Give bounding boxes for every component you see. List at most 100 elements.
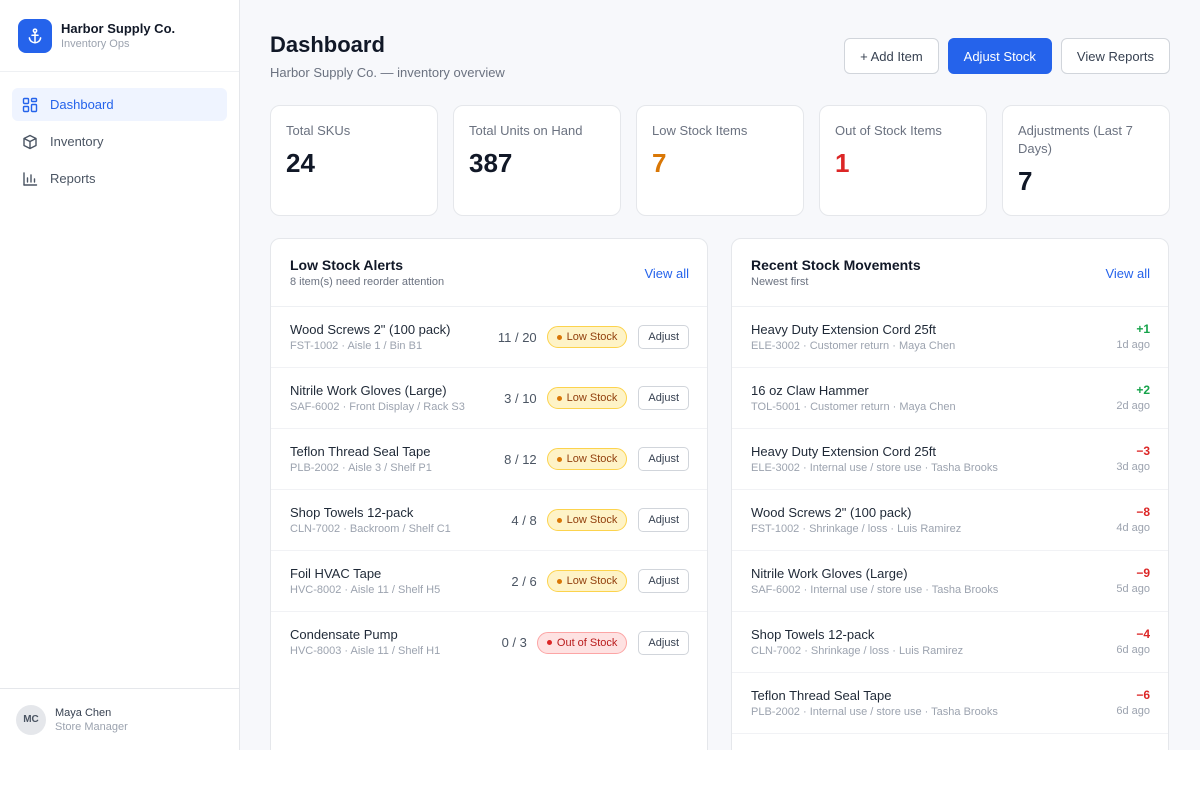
- sidebar-item-reports[interactable]: Reports: [12, 162, 227, 195]
- item-quantity: 11 / 20: [497, 329, 537, 345]
- status-label: Low Stock: [566, 331, 618, 343]
- adjust-button[interactable]: Adjust: [638, 630, 689, 655]
- movement-info: Wood Screws 2" (100 pack) FST-1002 · Shr…: [751, 504, 1116, 537]
- item-name: Teflon Thread Seal Tape: [751, 687, 892, 703]
- timestamp: 4d ago: [1116, 522, 1150, 534]
- timestamp: 6d ago: [1116, 705, 1150, 717]
- status-badge: Out of Stock: [536, 631, 628, 654]
- panel-title: Recent Stock Movements: [751, 257, 921, 273]
- item-meta: TOL-5001 · Customer return · Maya Chen: [751, 400, 956, 413]
- list-item: Shop Towels 12-pack CLN-7002 · Shrinkage…: [732, 612, 1168, 673]
- list-item: Teflon Thread Seal Tape PLB-2002 · Aisle…: [271, 429, 707, 490]
- item-meta: PLB-2002 · Aisle 3 / Shelf P1: [290, 461, 432, 474]
- sidebar-item-inventory[interactable]: Inventory: [12, 125, 227, 158]
- quantity-delta: −3: [1136, 444, 1150, 458]
- movement-info: Heavy Duty Extension Cord 25ft ELE-3002 …: [751, 443, 1116, 476]
- item-info: Wood Screws 2" (100 pack) FST-1002 · Ais…: [290, 321, 498, 354]
- timestamp: 3d ago: [1116, 461, 1150, 473]
- adjust-button[interactable]: Adjust: [638, 569, 689, 593]
- item-meta: SAF-6002 · Internal use / store use · Ta…: [751, 583, 999, 596]
- item-meta: FST-1002 · Shrinkage / loss · Luis Ramir…: [751, 522, 962, 535]
- status-dot: [556, 334, 562, 340]
- timestamp: 2d ago: [1116, 400, 1150, 412]
- sidebar-nav: Dashboard Inventory Reports: [0, 72, 239, 215]
- item-name: Shop Towels 12-pack: [290, 504, 414, 520]
- item-name: Heavy Duty Extension Cord 25ft: [751, 443, 936, 459]
- adjust-button[interactable]: Adjust: [638, 386, 689, 410]
- panel-title: Low Stock Alerts: [290, 257, 404, 273]
- stat-card-adjustments: Adjustments (Last 7 Days) 7: [1002, 105, 1170, 216]
- item-name: Heavy Duty Extension Cord 25ft: [751, 321, 936, 337]
- view-reports-button[interactable]: View Reports: [1060, 38, 1170, 74]
- status-dot: [556, 517, 562, 523]
- item-name: Nitrile Work Gloves (Large): [290, 382, 447, 398]
- timestamp: 5d ago: [1116, 583, 1150, 595]
- item-meta: FST-1002 · Aisle 1 / Bin B1: [290, 339, 423, 352]
- list-item: 16 oz Claw Hammer TOL-5001 · Customer re…: [732, 368, 1168, 429]
- stat-value: 1: [835, 148, 850, 178]
- header-actions: + Add Item Adjust Stock View Reports: [835, 38, 1170, 74]
- low-stock-panel: Low Stock Alerts 8 item(s) need reorder …: [270, 238, 708, 750]
- recent-movements-panel: Recent Stock Movements Newest first View…: [731, 238, 1169, 750]
- item-meta: CLN-7002 · Shrinkage / loss · Luis Ramir…: [751, 644, 964, 657]
- adjust-button[interactable]: Adjust: [638, 325, 689, 349]
- item-name: Teflon Thread Seal Tape: [290, 443, 431, 459]
- user-info: Maya Chen Store Manager: [55, 706, 128, 734]
- list-item: Wood Screws 2" (100 pack) FST-1002 · Ais…: [271, 307, 707, 368]
- view-all-link[interactable]: View all: [644, 266, 689, 281]
- item-quantity: 2 / 6: [511, 573, 537, 589]
- movement-change: +1 1d ago: [1116, 321, 1150, 353]
- list-item: Teflon Thread Seal Tape PLB-2002 · Inter…: [732, 673, 1168, 734]
- avatar: MC: [16, 704, 46, 735]
- grid-icon: [22, 97, 38, 112]
- movement-info: Shop Towels 12-pack CLN-7002 · Shrinkage…: [751, 626, 1116, 659]
- stat-label: Total Units on Hand: [469, 123, 583, 138]
- movement-info: Nitrile Work Gloves (Large) SAF-6002 · I…: [751, 565, 1116, 598]
- brand-text: Harbor Supply Co. Inventory Ops: [61, 21, 175, 51]
- item-quantity: 4 / 8: [511, 512, 537, 528]
- adjust-button[interactable]: Adjust: [638, 508, 689, 532]
- sidebar-item-dashboard[interactable]: Dashboard: [12, 88, 227, 121]
- adjust-stock-button[interactable]: Adjust Stock: [947, 38, 1052, 74]
- item-name: Wood Screws 2" (100 pack): [290, 321, 451, 337]
- movement-change: −8 4d ago: [1116, 504, 1150, 536]
- item-meta: HVC-8003 · Aisle 11 / Shelf H1: [290, 645, 441, 657]
- quantity-delta: +2: [1136, 383, 1150, 397]
- movement-info: Teflon Thread Seal Tape PLB-2002 · Inter…: [751, 687, 1116, 720]
- item-meta: CLN-7002 · Backroom / Shelf C1: [290, 522, 451, 535]
- view-all-link[interactable]: View all: [1105, 266, 1150, 281]
- quantity-delta: −8: [1136, 505, 1150, 519]
- add-item-button[interactable]: + Add Item: [844, 38, 939, 74]
- page-subtitle: Harbor Supply Co. — inventory overview: [270, 65, 505, 80]
- movement-change: −3 3d ago: [1116, 443, 1150, 475]
- status-badge: Low Stock: [546, 326, 628, 348]
- status-label: Low Stock: [566, 575, 618, 587]
- anchor-icon: [18, 18, 52, 53]
- user-profile[interactable]: MC Maya Chen Store Manager: [0, 688, 240, 750]
- panel-header: Recent Stock Movements Newest first View…: [732, 239, 1168, 307]
- status-label: Low Stock: [566, 392, 618, 404]
- item-name: Wood Screws 2" (100 pack): [751, 504, 912, 520]
- item-meta: HVC-8002 · Aisle 11 / Shelf H5: [290, 583, 441, 596]
- stat-value: 7: [652, 148, 667, 178]
- page-title: Dashboard: [270, 32, 385, 57]
- item-quantity: 3 / 10: [504, 390, 537, 406]
- stat-cards: Total SKUs 24 Total Units on Hand 387 Lo…: [270, 105, 1170, 216]
- sidebar-item-label: Dashboard: [50, 97, 114, 112]
- stat-value: 7: [1018, 166, 1033, 196]
- quantity-delta: −4: [1136, 627, 1150, 641]
- adjust-button[interactable]: Adjust: [638, 447, 689, 471]
- stat-label: Total SKUs: [286, 123, 351, 138]
- item-info: Teflon Thread Seal Tape PLB-2002 · Aisle…: [290, 443, 504, 476]
- list-item: Wood Screws 2" (100 pack) FST-1002 · Shr…: [732, 490, 1168, 551]
- movement-change: +2 2d ago: [1116, 382, 1150, 414]
- list-item: Heavy Duty Extension Cord 25ft ELE-3002 …: [732, 307, 1168, 368]
- brand: Harbor Supply Co. Inventory Ops: [0, 0, 239, 72]
- panel-subtitle: 8 item(s) need reorder attention: [290, 276, 445, 288]
- app-shell: Harbor Supply Co. Inventory Ops Dashboar…: [0, 0, 1200, 750]
- item-quantity: 0 / 3: [501, 635, 527, 650]
- sidebar-item-label: Reports: [50, 171, 96, 186]
- movement-info: 16 oz Claw Hammer TOL-5001 · Customer re…: [751, 382, 1116, 415]
- sidebar: Harbor Supply Co. Inventory Ops Dashboar…: [0, 0, 240, 750]
- item-name: Condensate Pump: [290, 627, 398, 642]
